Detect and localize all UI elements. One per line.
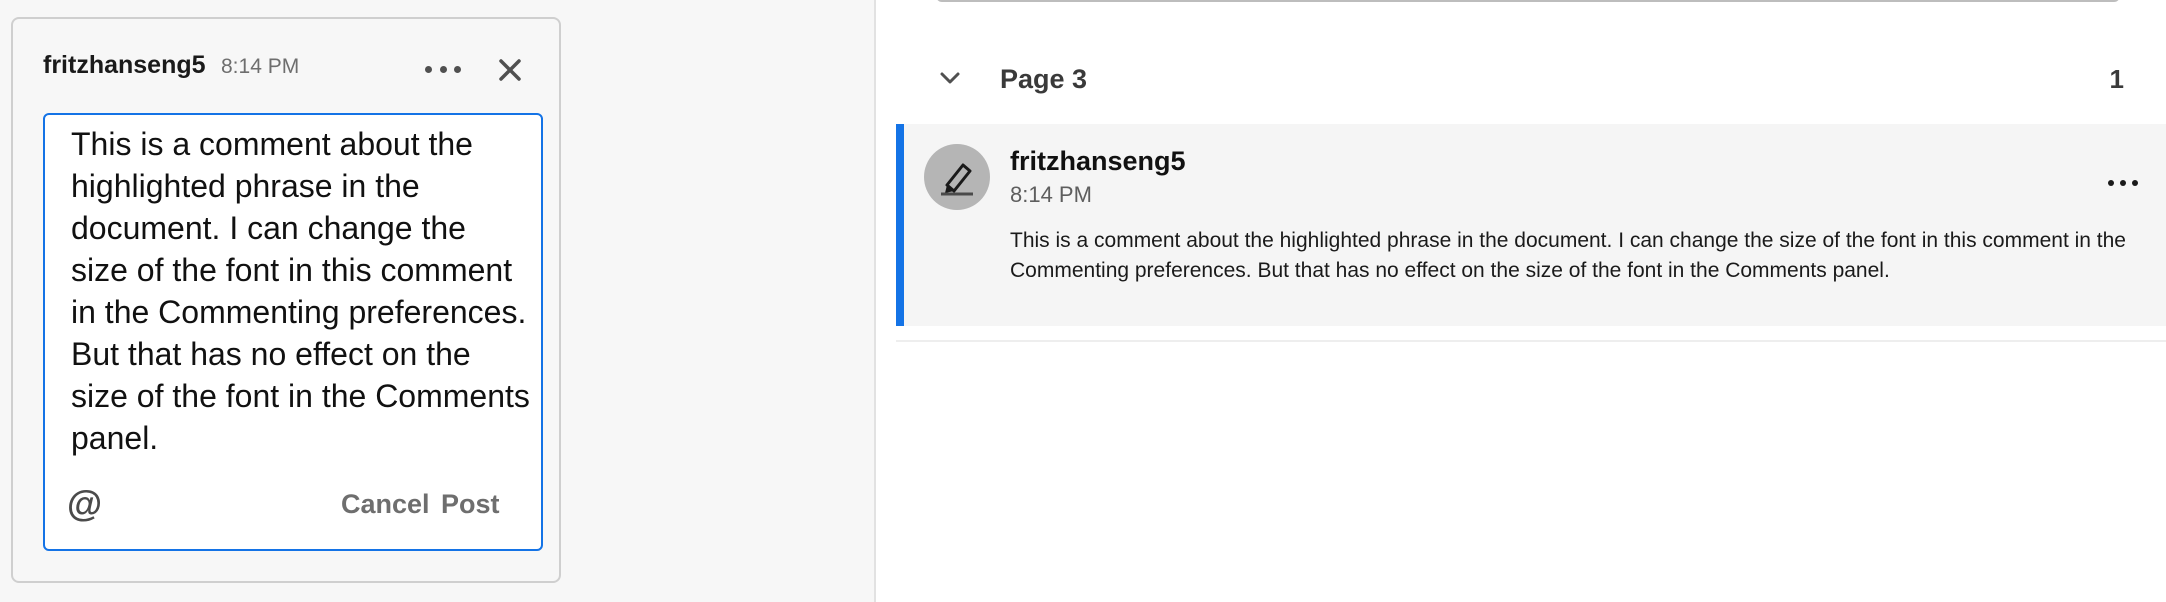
post-button[interactable]: Post [441,489,500,520]
comment-body-text: This is a comment about the highlighted … [1010,229,2126,282]
close-icon[interactable] [497,57,523,83]
dot [2120,180,2126,186]
dot [2132,180,2138,186]
dot [2108,180,2114,186]
comments-panel: Page 3 1 fritzhanseng5 8:14 PM This is a… [874,0,2166,602]
document-canvas: fritzhanseng5 8:14 PM This is a comment … [0,0,874,602]
popup-timestamp: 8:14 PM [221,55,300,78]
chevron-down-icon[interactable] [938,66,962,90]
comment-timestamp: 8:14 PM [1010,182,1092,207]
panel-top-divider [936,0,2120,2]
more-options-icon[interactable] [425,59,461,79]
page-group-header[interactable]: Page 3 1 [876,46,2166,112]
more-options-icon[interactable] [2108,176,2138,190]
comment-popup-header: fritzhanseng5 8:14 PM [13,19,559,103]
comment-text-input[interactable]: This is a comment about the highlighted … [71,123,531,459]
page-group-count: 1 [2109,64,2124,94]
avatar [924,144,990,210]
popup-author-name: fritzhanseng5 [43,51,206,79]
dot [439,65,447,73]
comment-author-name: fritzhanseng5 [1010,146,1186,176]
dot [454,65,461,73]
mention-icon[interactable]: @ [67,483,102,525]
highlight-pen-icon [941,163,973,196]
cancel-button[interactable]: Cancel [341,489,430,520]
comment-card[interactable]: fritzhanseng5 8:14 PM This is a comment … [896,124,2166,326]
dot [425,65,432,73]
comment-popup: fritzhanseng5 8:14 PM This is a comment … [11,17,561,583]
comment-divider [896,340,2166,342]
page-group-title: Page 3 [1000,64,1088,94]
comment-editor[interactable]: This is a comment about the highlighted … [43,113,543,551]
